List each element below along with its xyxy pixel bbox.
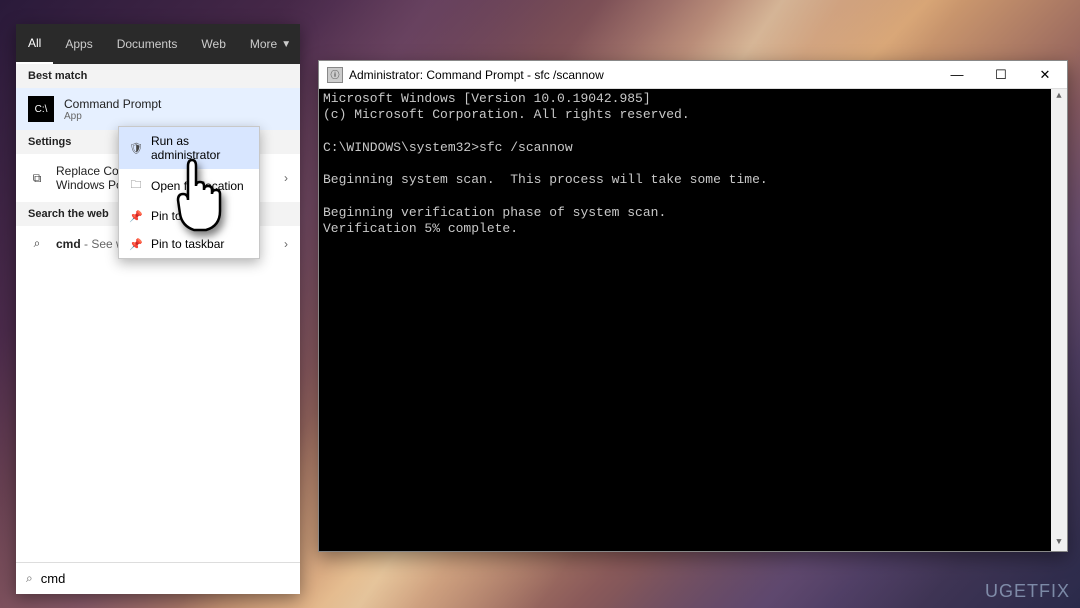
search-icon: ⌕ — [26, 571, 33, 586]
ctx-run-as-admin-label: Run as administrator — [151, 134, 249, 162]
watermark: UGETFIX — [985, 581, 1070, 602]
pin-icon: 📌 — [129, 238, 143, 251]
scroll-down-button[interactable]: ▼ — [1051, 535, 1067, 551]
search-icon: ⌕ — [28, 236, 46, 251]
search-box[interactable]: ⌕ — [16, 562, 300, 594]
admin-icon: 🛡 — [129, 142, 143, 155]
ctx-pin-taskbar-label: Pin to taskbar — [151, 237, 224, 251]
ctx-open-location[interactable]: 🗀 Open file location — [119, 169, 259, 202]
search-input[interactable] — [41, 571, 290, 586]
toggle-icon: ⧉ — [28, 171, 46, 186]
web-item-prefix: cmd — [56, 237, 81, 251]
tab-more[interactable]: More ▼ — [238, 24, 303, 64]
cmd-app-icon: C:\ — [28, 96, 54, 122]
ctx-run-as-admin[interactable]: 🛡 Run as administrator — [119, 127, 259, 169]
maximize-button[interactable]: ☐ — [979, 61, 1023, 89]
ctx-pin-start-label: Pin to Start — [151, 209, 210, 223]
window-title: Administrator: Command Prompt - sfc /sca… — [349, 68, 604, 82]
console-line: Beginning verification phase of system s… — [323, 205, 666, 220]
tab-apps[interactable]: Apps — [53, 24, 104, 64]
cmd-titlebar-icon: ⓘ — [327, 67, 343, 83]
console-line: Beginning system scan. This process will… — [323, 172, 768, 187]
titlebar[interactable]: ⓘ Administrator: Command Prompt - sfc /s… — [319, 61, 1067, 89]
close-button[interactable]: ✕ — [1023, 61, 1067, 89]
cmd-window: ⓘ Administrator: Command Prompt - sfc /s… — [318, 60, 1068, 552]
tab-web[interactable]: Web — [189, 24, 237, 64]
folder-icon: 🗀 — [129, 176, 143, 195]
console-line: Microsoft Windows [Version 10.0.19042.98… — [323, 91, 651, 106]
chevron-right-icon: › — [284, 237, 288, 251]
scrollbar[interactable] — [1051, 89, 1067, 551]
console-line: (c) Microsoft Corporation. All rights re… — [323, 107, 690, 122]
ctx-open-location-label: Open file location — [151, 179, 244, 193]
pin-icon: 📌 — [129, 210, 143, 223]
tab-more-label: More — [250, 37, 277, 51]
scroll-up-button[interactable]: ▲ — [1051, 89, 1067, 105]
section-best-match: Best match — [16, 64, 300, 88]
start-search-panel: All Apps Documents Web More ▼ Best match… — [16, 24, 300, 594]
tab-documents[interactable]: Documents — [105, 24, 190, 64]
console-line: C:\WINDOWS\system32>sfc /scannow — [323, 140, 573, 155]
console-line: Verification 5% complete. — [323, 221, 518, 236]
context-menu: 🛡 Run as administrator 🗀 Open file locat… — [118, 126, 260, 259]
console-output[interactable]: Microsoft Windows [Version 10.0.19042.98… — [319, 89, 1067, 551]
ctx-pin-start[interactable]: 📌 Pin to Start — [119, 202, 259, 230]
chevron-right-icon: › — [284, 171, 288, 185]
search-tabs: All Apps Documents Web More ▼ — [16, 24, 300, 64]
ctx-pin-taskbar[interactable]: 📌 Pin to taskbar — [119, 230, 259, 258]
tab-all[interactable]: All — [16, 24, 53, 64]
chevron-down-icon: ▼ — [281, 39, 291, 50]
minimize-button[interactable]: — — [935, 61, 979, 89]
result-title: Command Prompt — [64, 97, 161, 111]
result-subtitle: App — [64, 111, 161, 122]
best-match-result[interactable]: C:\ Command Prompt App — [16, 88, 300, 130]
